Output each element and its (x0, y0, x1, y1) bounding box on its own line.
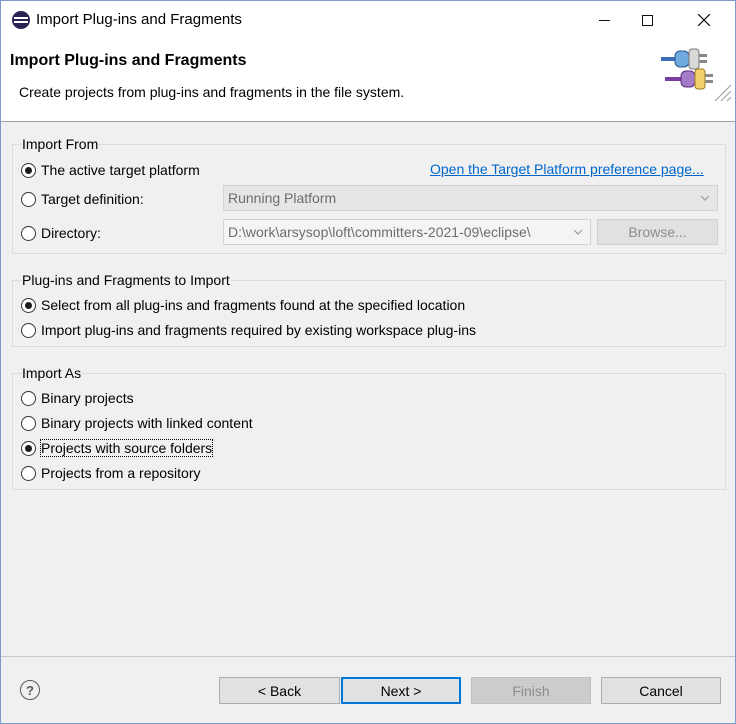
radio-label: Directory: (41, 225, 101, 241)
radio-button[interactable] (21, 225, 36, 241)
minimize-button[interactable] (581, 1, 627, 39)
chevron-down-icon (700, 195, 710, 201)
radio-active-target-platform[interactable]: The active target platform (21, 160, 200, 180)
radio-label: Projects with source folders (39, 439, 214, 457)
button-bar-separator (1, 656, 735, 657)
radio-import-required-plugins[interactable]: Import plug-ins and fragments required b… (21, 320, 476, 340)
cancel-button[interactable]: Cancel (601, 677, 721, 704)
dialog-window: Import Plug-ins and Fragments Import Plu… (0, 0, 736, 724)
radio-binary-linked-content[interactable]: Binary projects with linked content (21, 413, 253, 433)
browse-button[interactable]: Browse... (597, 219, 718, 245)
radio-button-checked[interactable] (21, 162, 36, 178)
window-title: Import Plug-ins and Fragments (36, 11, 242, 28)
eclipse-icon (12, 11, 30, 29)
banner-title: Import Plug-ins and Fragments (10, 52, 247, 69)
maximize-button[interactable] (624, 1, 670, 39)
import-as-label: Import As (22, 365, 82, 381)
back-button[interactable]: < Back (219, 677, 340, 704)
minimize-icon (598, 19, 610, 21)
radio-label: Binary projects (41, 390, 134, 406)
banner-description: Create projects from plug-ins and fragme… (19, 84, 405, 100)
radio-button-checked[interactable] (21, 440, 36, 456)
radio-button[interactable] (21, 465, 36, 481)
radio-target-definition[interactable]: Target definition: (21, 189, 144, 209)
radio-label: Import plug-ins and fragments required b… (41, 322, 476, 338)
radio-source-folders[interactable]: Projects with source folders (21, 438, 214, 458)
radio-select-all-plugins[interactable]: Select from all plug-ins and fragments f… (21, 295, 465, 315)
target-platform-preference-link[interactable]: Open the Target Platform preference page… (430, 161, 704, 177)
radio-binary-projects[interactable]: Binary projects (21, 388, 134, 408)
radio-button-checked[interactable] (21, 297, 36, 313)
radio-label: Projects from a repository (41, 465, 201, 481)
title-bar: Import Plug-ins and Fragments (1, 1, 735, 39)
target-definition-combo[interactable]: Running Platform (223, 185, 718, 211)
radio-button[interactable] (21, 390, 36, 406)
radio-button[interactable] (21, 322, 36, 338)
plugins-to-import-group: Plug-ins and Fragments to Import Select … (12, 272, 726, 347)
help-icon[interactable]: ? (20, 680, 40, 700)
radio-label: The active target platform (41, 162, 200, 178)
radio-button[interactable] (21, 415, 36, 431)
chevron-down-icon (573, 229, 583, 235)
import-from-group: Import From The active target platform O… (12, 136, 726, 254)
target-definition-value: Running Platform (228, 190, 337, 206)
radio-button[interactable] (21, 191, 36, 207)
maximize-icon (641, 14, 653, 26)
close-button[interactable] (681, 1, 727, 39)
close-icon (698, 14, 710, 26)
directory-combo[interactable]: D:\work\arsysop\loft\committers-2021-09\… (223, 219, 591, 245)
radio-label: Target definition: (41, 191, 144, 207)
directory-value: D:\work\arsysop\loft\committers-2021-09\… (228, 224, 531, 240)
wizard-banner: Import Plug-ins and Fragments Create pro… (1, 39, 735, 122)
import-from-label: Import From (22, 136, 99, 152)
plugin-import-graphic (661, 48, 732, 102)
radio-label: Binary projects with linked content (41, 415, 253, 431)
next-button[interactable]: Next > (341, 677, 461, 704)
radio-label: Select from all plug-ins and fragments f… (41, 297, 466, 313)
radio-from-repository[interactable]: Projects from a repository (21, 463, 201, 483)
radio-directory[interactable]: Directory: (21, 223, 101, 243)
plugins-to-import-label: Plug-ins and Fragments to Import (22, 272, 230, 288)
finish-button[interactable]: Finish (471, 677, 591, 704)
import-as-group: Import As Binary projects Binary project… (12, 365, 726, 490)
